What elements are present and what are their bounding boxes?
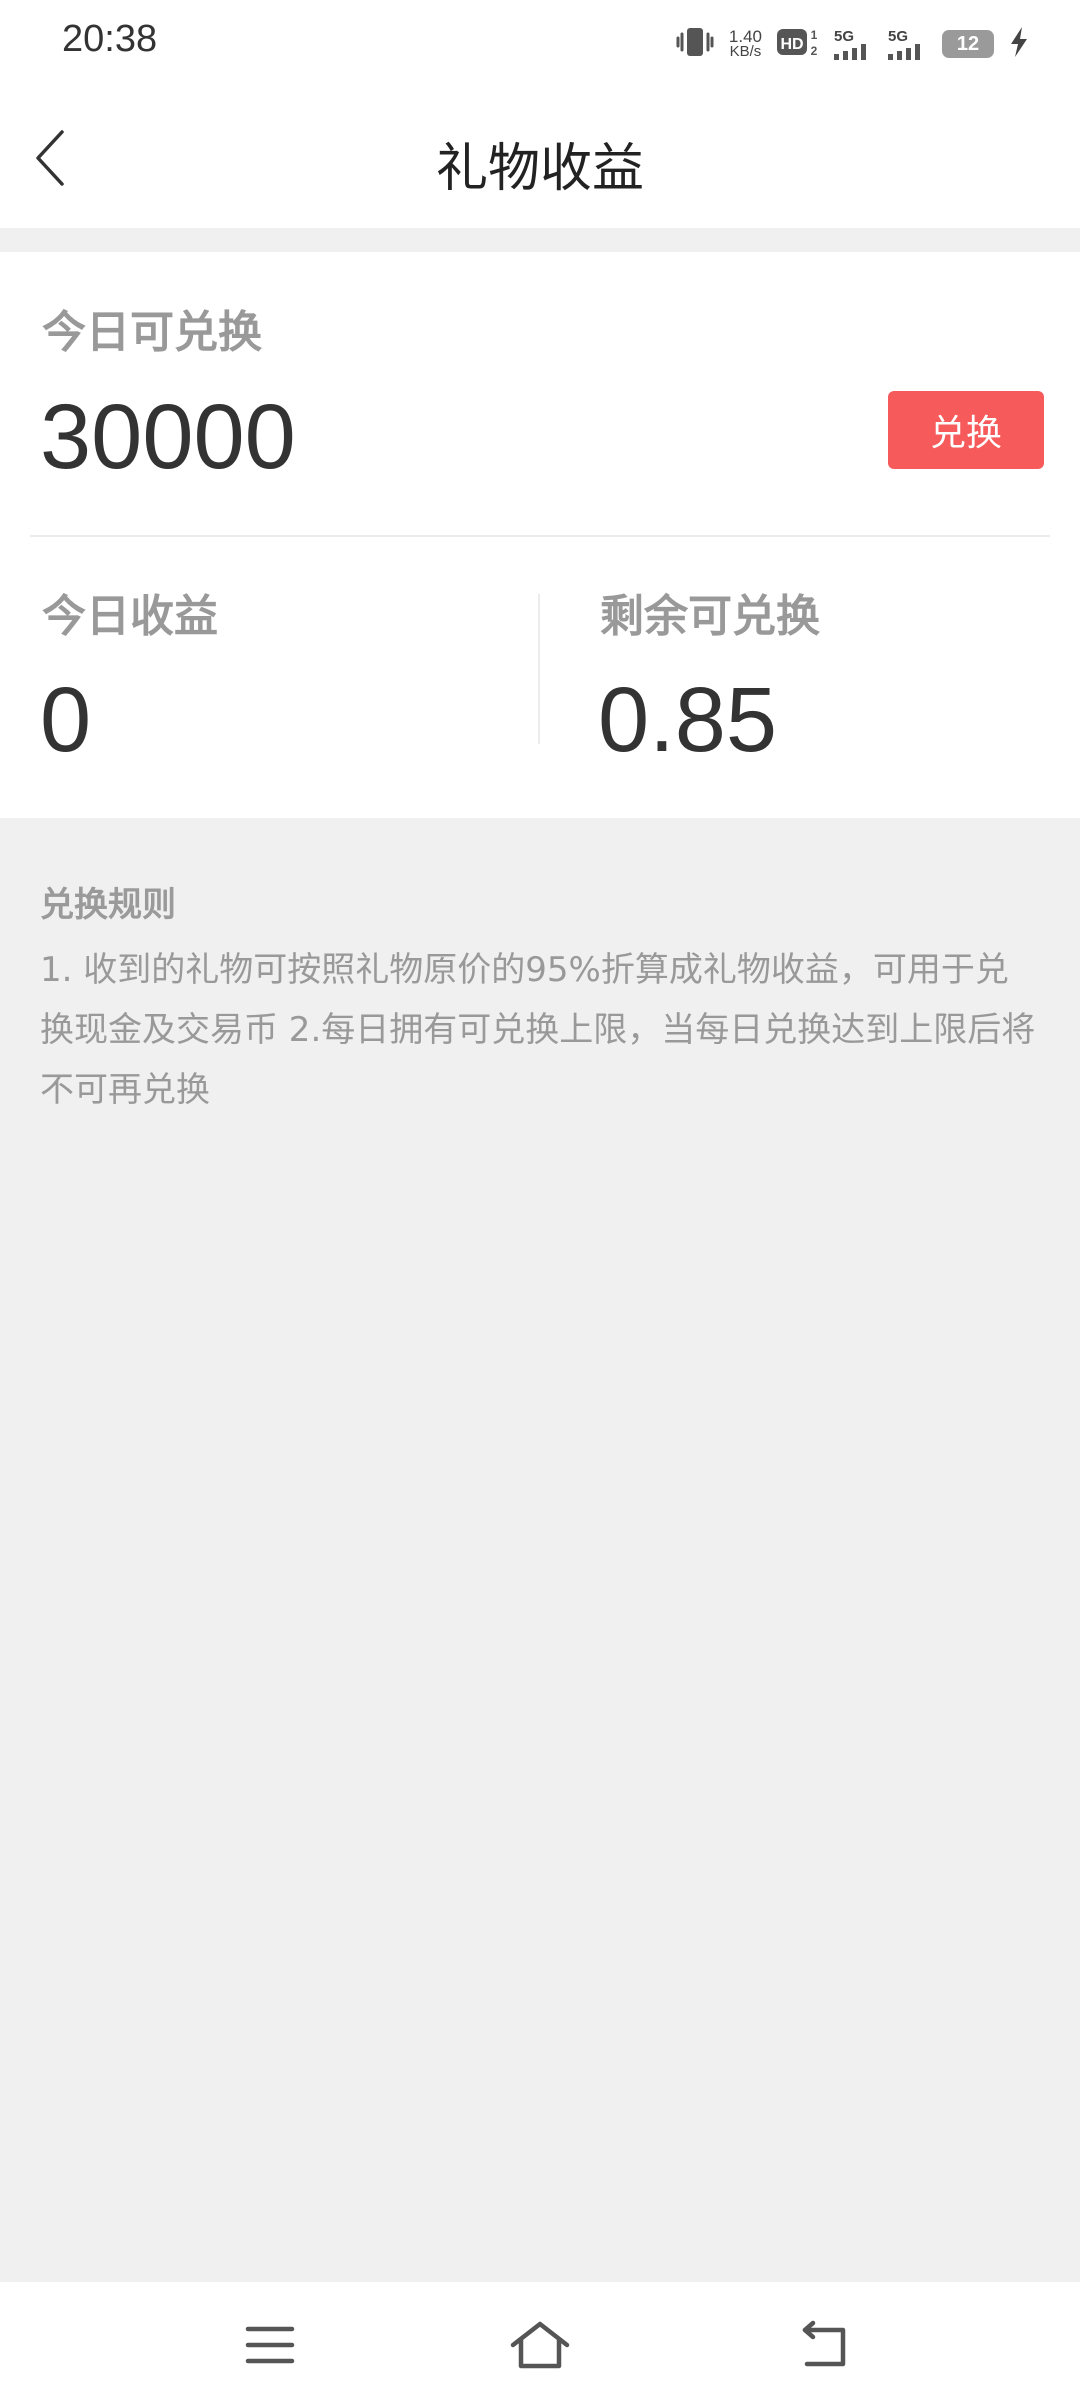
hd-text: HD (780, 36, 803, 53)
remaining-label: 剩余可兑换 (600, 591, 820, 642)
remaining-value: 0.85 (598, 669, 778, 771)
battery-icon: 12 (942, 30, 994, 58)
home-icon (510, 2321, 570, 2369)
menu-icon (245, 2326, 295, 2364)
hd-icon: HD 1 2 (776, 25, 820, 63)
rules-text: 1. 收到的礼物可按照礼物原价的95%折算成礼物收益，可用于兑换现金及交易币 2… (40, 950, 1036, 1110)
sim1-label: 5G (834, 27, 855, 45)
status-bar: 20:38 1.40 KB/s HD 1 2 5G 5G 12 (0, 0, 1080, 86)
menu-button[interactable] (230, 2307, 310, 2383)
app-screen: 20:38 1.40 KB/s HD 1 2 5G 5G 12 礼物收益 今日可… (0, 0, 1080, 2408)
status-icons: 1.40 KB/s HD 1 2 5G 5G 12 (675, 22, 1030, 66)
signal-sim2: 5G (888, 29, 928, 60)
today-income-label: 今日收益 (42, 591, 218, 642)
header: 礼物收益 (0, 86, 1080, 228)
home-button[interactable] (500, 2307, 580, 2383)
back-icon (802, 2320, 846, 2367)
vibrate-icon (675, 25, 715, 63)
divider (30, 535, 1050, 537)
page-title: 礼物收益 (435, 139, 644, 199)
today-exchangeable-label: 今日可兑换 (42, 307, 262, 358)
signal-icon (834, 43, 866, 60)
rules-title: 兑换规则 (40, 885, 176, 925)
net-speed-value: 1.40 (728, 27, 762, 46)
sim2-label: 5G (888, 27, 909, 45)
signal-icon (888, 43, 920, 60)
system-nav-bar (0, 2282, 1080, 2408)
charging-icon (1008, 25, 1030, 63)
net-speed-unit: KB/s (729, 43, 762, 60)
income-card: 今日可兑换 30000 兑换 今日收益 0 剩余可兑换 0.85 (0, 252, 1080, 818)
status-time: 20:38 (62, 18, 158, 60)
svg-text:2: 2 (811, 44, 818, 58)
net-speed: 1.40 KB/s (728, 27, 762, 60)
today-income-value: 0 (40, 669, 92, 771)
signal-sim1: 5G (834, 29, 874, 60)
today-exchangeable-value: 30000 (40, 386, 296, 488)
svg-text:1: 1 (811, 28, 818, 42)
redeem-button[interactable]: 兑换 (888, 391, 1044, 469)
vertical-divider (538, 594, 540, 744)
back-nav-button[interactable] (784, 2307, 864, 2383)
